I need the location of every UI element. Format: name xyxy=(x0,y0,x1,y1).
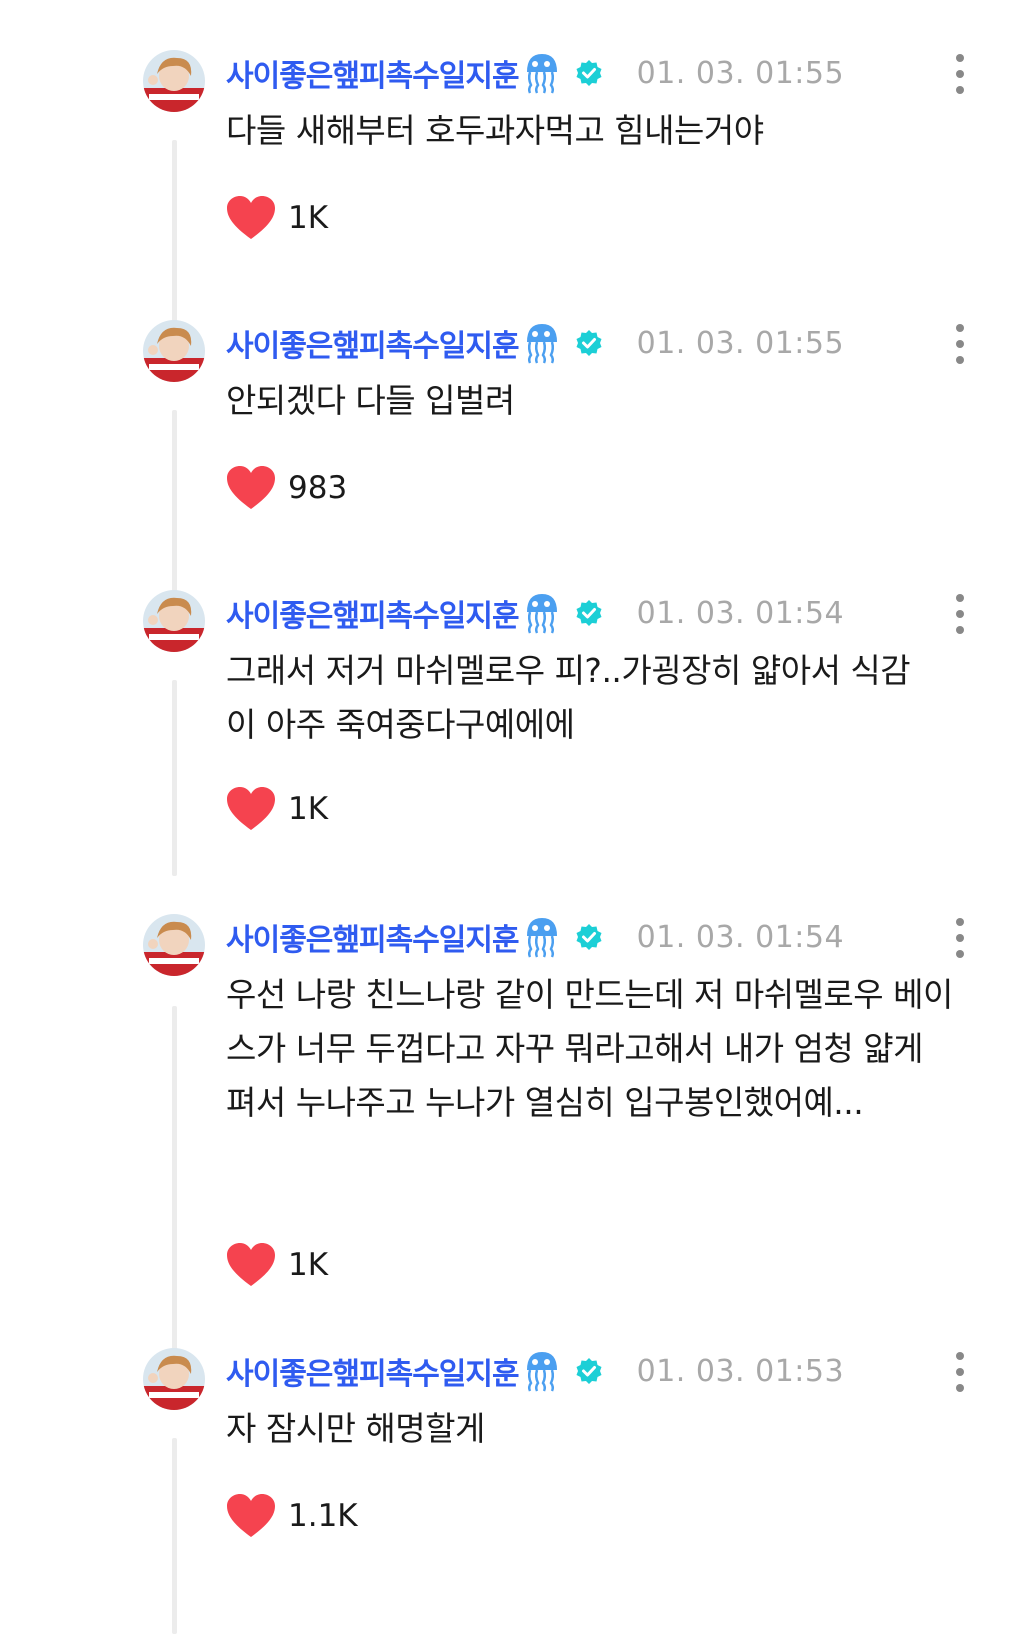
verified-badge-icon xyxy=(575,59,603,87)
avatar[interactable] xyxy=(143,50,205,112)
heart-icon[interactable] xyxy=(226,465,276,511)
more-vertical-icon[interactable] xyxy=(950,918,970,958)
author-name[interactable]: 사이좋은햎피촉수일지훈 xyxy=(226,51,520,95)
verified-badge-icon xyxy=(575,1357,603,1385)
jellyfish-icon xyxy=(525,52,559,94)
comment-header: 사이좋은햎피촉수일지훈 01. 03. 01:55 xyxy=(226,318,844,368)
verified-badge-icon xyxy=(575,923,603,951)
like-count: 1K xyxy=(288,791,329,827)
comment-header: 사이좋은햎피촉수일지훈 01. 03. 01:55 xyxy=(226,48,844,98)
like-count: 1K xyxy=(288,1247,329,1283)
verified-badge-icon xyxy=(575,329,603,357)
comment-item: 사이좋은햎피촉수일지훈 01. 03. 01:54 xyxy=(0,588,1024,888)
more-vertical-icon[interactable] xyxy=(950,324,970,364)
timestamp: 01. 03. 01:55 xyxy=(636,55,845,91)
like-button[interactable]: 983 xyxy=(226,465,347,511)
timestamp: 01. 03. 01:54 xyxy=(636,919,845,955)
jellyfish-icon xyxy=(525,1350,559,1392)
thread-line xyxy=(172,140,177,334)
comment-item: 사이좋은햎피촉수일지훈 01. 03. 01:55 xyxy=(0,318,1024,606)
comment-header: 사이좋은햎피촉수일지훈 01. 03. 01:54 xyxy=(226,588,844,638)
like-count: 1.1K xyxy=(288,1498,358,1534)
thread-line xyxy=(172,680,177,876)
like-button[interactable]: 1K xyxy=(226,786,328,832)
avatar[interactable] xyxy=(143,914,205,976)
author-name[interactable]: 사이좋은햎피촉수일지훈 xyxy=(226,321,520,365)
comment-text: 자 잠시만 해명할게 xyxy=(226,1409,485,1448)
heart-icon[interactable] xyxy=(226,1493,276,1539)
comment-header: 사이좋은햎피촉수일지훈 01. 03. 01:54 xyxy=(226,912,844,962)
comment-header: 사이좋은햎피촉수일지훈 01. 03. 01:53 xyxy=(226,1346,844,1396)
heart-icon[interactable] xyxy=(226,786,276,832)
author-name[interactable]: 사이좋은햎피촉수일지훈 xyxy=(226,1349,520,1393)
more-vertical-icon[interactable] xyxy=(950,594,970,634)
comment-text: 그래서 저거 마쉬멜로우 피?..가굉장히 얇아서 식감이 아주 죽여중다구예에… xyxy=(226,651,911,744)
avatar[interactable] xyxy=(143,320,205,382)
jellyfish-icon xyxy=(525,916,559,958)
like-button[interactable]: 1.1K xyxy=(226,1493,358,1539)
comment-text: 우선 나랑 친느나랑 같이 만드는데 저 마쉬멜로우 베이스가 너무 두껍다고 … xyxy=(226,975,953,1122)
jellyfish-icon xyxy=(525,322,559,364)
comment-feed: 사이좋은햎피촉수일지훈 01. 03. 01:55 다들 새해부터 호두과자먹고… xyxy=(0,0,1024,1634)
verified-badge-icon xyxy=(575,599,603,627)
like-count: 1K xyxy=(288,200,329,236)
comment-item: 사이좋은햎피촉수일지훈 01. 03. 01:55 xyxy=(0,48,1024,334)
comment-text: 안되겠다 다들 입벌려 xyxy=(226,381,515,420)
author-name[interactable]: 사이좋은햎피촉수일지훈 xyxy=(226,591,520,635)
thread-line xyxy=(172,410,177,606)
author-name[interactable]: 사이좋은햎피촉수일지훈 xyxy=(226,915,520,959)
jellyfish-icon xyxy=(525,592,559,634)
timestamp: 01. 03. 01:55 xyxy=(636,325,845,361)
comment-text: 다들 새해부터 호두과자먹고 힘내는거야 xyxy=(226,111,764,150)
more-vertical-icon[interactable] xyxy=(950,54,970,94)
avatar[interactable] xyxy=(143,1348,205,1410)
like-button[interactable]: 1K xyxy=(226,195,328,241)
like-count: 983 xyxy=(288,470,348,506)
thread-line xyxy=(172,1438,177,1634)
comment-item: 사이좋은햎피촉수일지훈 01. 03. 01:54 xyxy=(0,912,1024,1410)
timestamp: 01. 03. 01:54 xyxy=(636,595,845,631)
comment-item: 사이좋은햎피촉수일지훈 01. 03. 01:53 자 잠시만 해명할게 1.1… xyxy=(0,1346,1024,1634)
like-button[interactable]: 1K xyxy=(226,1242,328,1288)
avatar[interactable] xyxy=(143,590,205,652)
heart-icon[interactable] xyxy=(226,195,276,241)
more-vertical-icon[interactable] xyxy=(950,1352,970,1392)
heart-icon[interactable] xyxy=(226,1242,276,1288)
timestamp: 01. 03. 01:53 xyxy=(636,1353,845,1389)
